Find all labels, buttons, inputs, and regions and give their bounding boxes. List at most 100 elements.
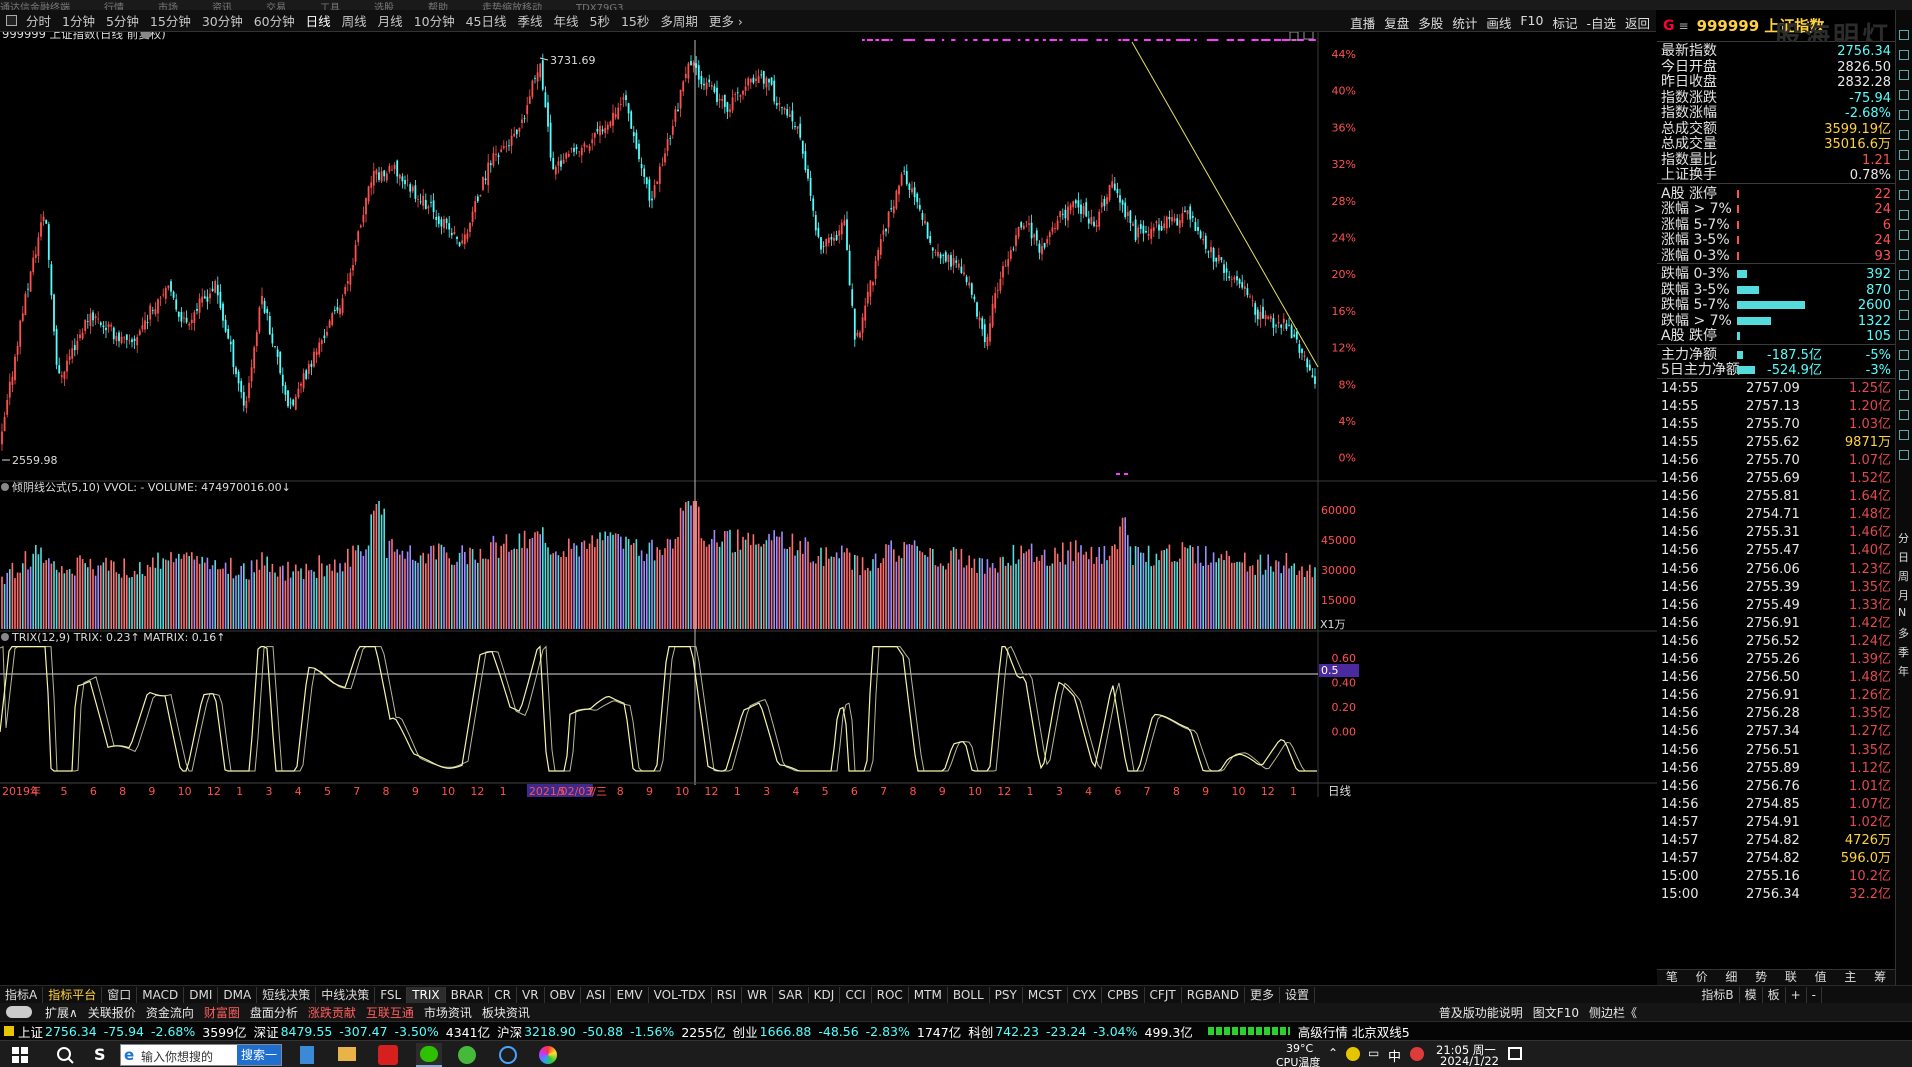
period-tab[interactable]: 60分钟 xyxy=(254,11,295,30)
tdx-app-icon[interactable] xyxy=(378,1045,398,1065)
extension-tab[interactable]: 资金流向 xyxy=(141,1004,199,1021)
indicator-tab[interactable]: OBV xyxy=(545,986,582,1003)
extension-tab[interactable]: 市场资讯 xyxy=(419,1004,477,1021)
side-period-button[interactable]: 多 xyxy=(1898,625,1909,641)
quote-tab[interactable]: 势 xyxy=(1746,970,1776,985)
side-tool-icon[interactable] xyxy=(1899,250,1909,260)
toolbar-button[interactable]: 返回 xyxy=(1625,13,1650,32)
side-tool-icon[interactable] xyxy=(1899,190,1909,200)
toolbar-button[interactable]: 直播 xyxy=(1350,13,1375,32)
indicator-tab[interactable]: RGBAND xyxy=(1182,986,1245,1003)
panel-toggle-icon[interactable] xyxy=(1303,32,1314,40)
indicator-tab[interactable]: RSI xyxy=(712,986,743,1003)
side-tool-icon[interactable] xyxy=(1899,70,1909,80)
indicator-tab[interactable]: TRIX xyxy=(407,986,446,1003)
side-period-button[interactable]: 周 xyxy=(1898,568,1909,584)
notification-icon[interactable] xyxy=(1508,1047,1522,1060)
tray-app-icon[interactable] xyxy=(1410,1047,1424,1061)
quote-tab[interactable]: 主 xyxy=(1836,970,1866,985)
search-icon[interactable] xyxy=(56,1046,74,1064)
side-tool-icon[interactable] xyxy=(1899,270,1909,280)
indicator-tab[interactable]: DMI xyxy=(184,986,219,1003)
side-tool-icon[interactable] xyxy=(1899,430,1909,440)
extension-tab[interactable]: 板块资讯 xyxy=(477,1004,535,1021)
indicator-right-tab[interactable]: 模 xyxy=(1740,986,1763,1003)
index-name[interactable]: 科创 xyxy=(968,1022,993,1041)
indicator-tab[interactable]: BOLL xyxy=(948,986,990,1003)
side-tool-icon[interactable] xyxy=(1899,170,1909,180)
indicator-tab[interactable]: EMV xyxy=(611,986,649,1003)
indicator-tab[interactable]: ASI xyxy=(581,986,612,1003)
baidu-netdisk-icon[interactable] xyxy=(499,1046,517,1064)
indicator-tab[interactable]: 窗口 xyxy=(102,986,138,1003)
quote-tab[interactable]: 笔 xyxy=(1657,970,1687,985)
indicator-tab[interactable]: PSY xyxy=(990,986,1023,1003)
diamond-toggle-icon[interactable] xyxy=(1289,32,1299,41)
app-icon-s[interactable]: S xyxy=(94,1045,114,1065)
indicator-tab[interactable]: MACD xyxy=(137,986,185,1003)
extension-tab[interactable]: 关联报价 xyxy=(83,1004,141,1021)
period-tab[interactable]: 分时 xyxy=(26,11,51,30)
side-period-button[interactable]: 月 xyxy=(1898,587,1909,603)
extension-tab[interactable]: 互联互通 xyxy=(361,1004,419,1021)
indicator-tab[interactable]: WR xyxy=(742,986,774,1003)
menu-icon[interactable]: ≡ xyxy=(1679,19,1689,33)
side-tool-icon[interactable] xyxy=(1899,130,1909,140)
side-tool-icon[interactable] xyxy=(1899,150,1909,160)
side-tool-icon[interactable] xyxy=(1899,110,1909,120)
candlestick-chart[interactable]: 999999 上证指数(日线 前复权)44%40%36%32%28%24%20%… xyxy=(0,32,1657,985)
toolbar-button[interactable]: 多股 xyxy=(1418,13,1443,32)
side-tool-icon[interactable] xyxy=(1899,370,1909,380)
color-wheel-icon[interactable] xyxy=(539,1046,557,1064)
side-tool-icon[interactable] xyxy=(1899,50,1909,60)
tray-up-icon[interactable]: ⌃ xyxy=(1328,1046,1338,1060)
taskbar-search-box[interactable]: e 输入你想搜的 搜索一下 xyxy=(120,1044,282,1066)
indicator-tab[interactable]: MTM xyxy=(909,986,948,1003)
tray-coin-icon[interactable] xyxy=(1346,1047,1360,1061)
side-tool-icon[interactable] xyxy=(1899,350,1909,360)
index-bar-tail[interactable]: 高级行情 北京双线5 xyxy=(1298,1022,1410,1041)
period-tab[interactable]: 年线 xyxy=(554,11,579,30)
side-period-button[interactable]: N xyxy=(1898,606,1906,619)
side-period-button[interactable]: 日 xyxy=(1898,549,1909,565)
period-tab[interactable]: 5秒 xyxy=(590,11,610,30)
indicator-tab[interactable]: VOL-TDX xyxy=(649,986,712,1003)
period-tab[interactable]: 15秒 xyxy=(621,11,649,30)
side-period-button[interactable]: 分 xyxy=(1898,530,1909,546)
side-tool-icon[interactable] xyxy=(1899,390,1909,400)
ime-indicator[interactable]: 中 xyxy=(1388,1046,1401,1065)
indicator-tab[interactable]: VR xyxy=(517,986,545,1003)
indicator-right-tab[interactable]: + xyxy=(1786,986,1807,1003)
indicator-tab[interactable]: MCST xyxy=(1023,986,1068,1003)
indicator-right-tab[interactable]: 板 xyxy=(1763,986,1786,1003)
indicator-right-tab[interactable]: - xyxy=(1807,986,1822,1003)
quote-tab[interactable]: 细 xyxy=(1717,970,1747,985)
indicator-tab[interactable]: FSL xyxy=(375,986,408,1003)
windows-start-icon[interactable] xyxy=(12,1047,28,1063)
toolbar-menu-icon[interactable] xyxy=(6,15,17,26)
period-tab[interactable]: 10分钟 xyxy=(414,11,455,30)
indicator-tab[interactable]: CYX xyxy=(1068,986,1103,1003)
toolbar-button[interactable]: 标记 xyxy=(1552,13,1577,32)
indicator-tab[interactable]: ROC xyxy=(872,986,909,1003)
wechat-icon[interactable] xyxy=(416,1043,442,1067)
indicator-tab[interactable]: 短线决策 xyxy=(257,986,317,1003)
toolbar-button[interactable]: F10 xyxy=(1520,13,1543,32)
volume-dropdown-icon[interactable] xyxy=(1,483,9,491)
quote-tab[interactable]: 联 xyxy=(1776,970,1806,985)
side-tool-icon[interactable] xyxy=(1899,310,1909,320)
index-name[interactable]: 深证 xyxy=(254,1022,279,1041)
period-tab[interactable]: 季线 xyxy=(518,11,543,30)
extension-link[interactable]: 侧边栏《 xyxy=(1584,1004,1642,1021)
quote-tab[interactable]: 筹 xyxy=(1865,970,1895,985)
side-tool-icon[interactable] xyxy=(1899,230,1909,240)
extension-link[interactable]: 普及版功能说明 xyxy=(1434,1004,1528,1021)
toolbar-button[interactable]: 统计 xyxy=(1452,13,1477,32)
period-tab[interactable]: 月线 xyxy=(378,11,403,30)
side-period-button[interactable]: 年 xyxy=(1898,663,1909,679)
indicator-tab[interactable]: BRAR xyxy=(446,986,490,1003)
side-tool-icon[interactable] xyxy=(1899,410,1909,420)
period-tab[interactable]: 15分钟 xyxy=(150,11,191,30)
indicator-tab[interactable]: 更多 xyxy=(1245,986,1280,1003)
indicator-tab[interactable]: CPBS xyxy=(1102,986,1145,1003)
